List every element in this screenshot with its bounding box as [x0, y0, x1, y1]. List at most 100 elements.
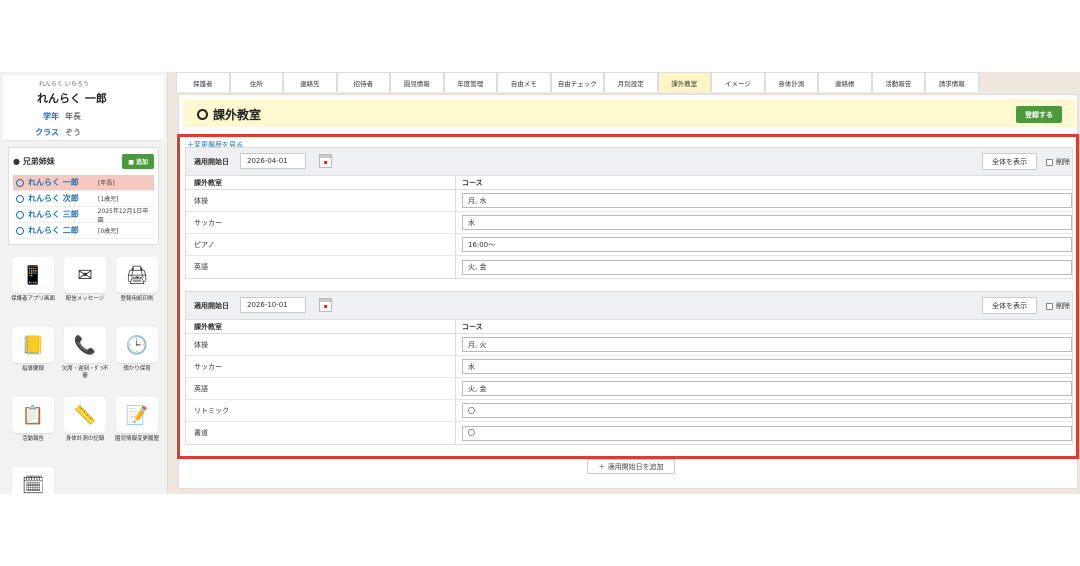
course-cell: [456, 356, 1072, 377]
tab-item[interactable]: 自由チェック: [550, 72, 604, 92]
smartphone-icon: 📱: [12, 257, 54, 293]
tab-item[interactable]: 年度管理: [443, 72, 497, 92]
menu-label: 配信メッセージ: [65, 296, 105, 302]
tab-item[interactable]: 活動報告: [871, 72, 925, 92]
table-header: 課外教室 コース: [186, 176, 1072, 190]
table-row: 英語: [186, 378, 1072, 400]
tab-item[interactable]: 保護者: [176, 72, 230, 92]
sibling-tag: [1歳児]: [98, 196, 119, 203]
checkbox-icon[interactable]: [1046, 158, 1053, 166]
app-window: れんらく いちろう れんらく 一郎 学年 年長 クラス ぞう ● 兄弟姉妹 ■ …: [0, 72, 1080, 494]
menu-label: 活動報告: [21, 436, 44, 442]
menu-item[interactable]: ✉ 配信メッセージ: [60, 257, 110, 321]
table-row: サッカー: [186, 212, 1072, 234]
course-cell: [456, 256, 1072, 278]
grade-value: 年長: [65, 112, 81, 121]
sibling-item[interactable]: れんらく 二郎 [0歳児]: [13, 223, 154, 239]
course-input[interactable]: [462, 359, 1072, 374]
menu-item[interactable]: 📱 保護者アプリ画面: [8, 257, 58, 321]
scale-icon: 📏: [64, 397, 106, 433]
checkbox-icon[interactable]: [1046, 302, 1053, 310]
class-name: ピアノ: [186, 234, 456, 255]
sidebar: れんらく いちろう れんらく 一郎 学年 年長 クラス ぞう ● 兄弟姉妹 ■ …: [0, 72, 168, 494]
history-note-icon: 📝: [116, 397, 158, 433]
menu-item[interactable]: 📝 園児情報変更履歴: [112, 397, 162, 461]
tab-item[interactable]: イメージ: [711, 72, 765, 92]
delete-checkbox[interactable]: 削除: [1046, 157, 1070, 167]
tab-item[interactable]: 園児情報: [390, 72, 444, 92]
sibling-name: れんらく 一郎: [28, 178, 79, 187]
menu-item[interactable]: 🕒 預かり保育: [112, 327, 162, 391]
course-cell: [456, 422, 1072, 444]
add-sibling-button[interactable]: ■ 追加: [122, 154, 154, 169]
menu-item[interactable]: 📞 欠席・遅刻・ﾀﾞﾖ不審: [60, 327, 110, 391]
menu-item[interactable]: 🗓: [8, 467, 58, 494]
calendar-icon[interactable]: [319, 298, 332, 312]
course-input[interactable]: [462, 403, 1072, 418]
tab-item[interactable]: 招待者: [336, 72, 390, 92]
sibling-tag: 2025年12月1日卒園: [97, 207, 149, 224]
course-input[interactable]: [462, 237, 1072, 252]
start-date-input[interactable]: 2026-10-01: [240, 297, 306, 313]
sibling-item[interactable]: れんらく 三郎 2025年12月1日卒園: [13, 207, 154, 224]
tab-item[interactable]: 請求情報: [925, 72, 979, 92]
menu-item[interactable]: 🖨 登録用紙印刷: [112, 257, 162, 321]
course-input[interactable]: [462, 381, 1072, 396]
class-name: 体操: [186, 190, 456, 211]
column-header-course: コース: [462, 322, 483, 331]
delete-checkbox[interactable]: 削除: [1046, 301, 1070, 311]
section-header: 適用開始日 2026-04-01 全体を表示 削除: [186, 148, 1072, 176]
tab-item[interactable]: 身体計測: [764, 72, 818, 92]
menu-label: 指導要録: [21, 366, 44, 372]
add-start-date-button[interactable]: ＋ 適用開始日を追加: [587, 459, 675, 474]
sibling-tag: [年長]: [98, 180, 115, 187]
clock-edit-icon: 🗓: [12, 467, 54, 494]
show-all-button[interactable]: 全体を表示: [982, 297, 1037, 314]
siblings-title-text: 兄弟姉妹: [22, 157, 55, 166]
delete-label: 削除: [1056, 158, 1070, 166]
menu-item[interactable]: 📏 身体計測の記録: [60, 397, 110, 461]
course-input[interactable]: [462, 337, 1072, 352]
course-cell: [456, 212, 1072, 233]
column-header-course: コース: [462, 178, 483, 187]
child-icon: [16, 178, 24, 187]
menu-item[interactable]: 📋 活動報告: [8, 397, 58, 461]
table-header: 課外教室 コース: [186, 320, 1072, 334]
sibling-item[interactable]: れんらく 一郎 [年長]: [13, 175, 154, 191]
course-cell: [456, 334, 1072, 355]
table-row: 英語: [186, 256, 1072, 278]
table-row: 体操: [186, 190, 1072, 212]
start-date-input[interactable]: 2026-04-01: [240, 153, 306, 169]
student-card: れんらく いちろう れんらく 一郎 学年 年長 クラス ぞう: [3, 75, 164, 141]
register-button[interactable]: 登録する: [1016, 106, 1062, 123]
course-input[interactable]: [462, 425, 1072, 441]
tab-item[interactable]: 連絡帳: [818, 72, 872, 92]
menu-label: 欠席・遅刻・ﾀﾞﾖ不審: [61, 366, 109, 379]
tab-item[interactable]: 連絡先: [283, 72, 337, 92]
grade-row: 学年 年長: [9, 111, 158, 122]
tab-item[interactable]: 課外教室: [657, 72, 711, 92]
course-input[interactable]: [462, 193, 1072, 208]
envelope-icon: ✉: [64, 257, 106, 293]
class-name: 英語: [186, 378, 456, 399]
clock-icon: 🕒: [116, 327, 158, 363]
child-icon: [16, 226, 24, 235]
phone-icon: 📞: [64, 327, 106, 363]
child-icon: [16, 194, 24, 203]
grade-label: 学年: [43, 112, 59, 121]
tab-item[interactable]: 自由メモ: [497, 72, 551, 92]
menu-label: 預かり保育: [123, 366, 151, 372]
tab-item[interactable]: 住所: [229, 72, 283, 92]
class-name: リトミック: [186, 400, 456, 421]
column-header-class: 課外教室: [186, 176, 456, 189]
show-all-button[interactable]: 全体を表示: [982, 153, 1037, 170]
course-cell: [456, 378, 1072, 399]
course-input[interactable]: [462, 259, 1072, 275]
tab-item[interactable]: 月別設定: [604, 72, 658, 92]
tab-bar: 保護者 住所 連絡先 招待者 園児情報 年度管理 自由メモ 自由チェック 月別設定 課外教室 イメー…: [176, 72, 1080, 94]
calendar-icon[interactable]: [319, 154, 332, 168]
menu-item[interactable]: 📒 指導要録: [8, 327, 58, 391]
notebook-icon: 📒: [12, 327, 54, 363]
student-kana: れんらく いちろう: [39, 81, 89, 88]
course-input[interactable]: [462, 215, 1072, 230]
